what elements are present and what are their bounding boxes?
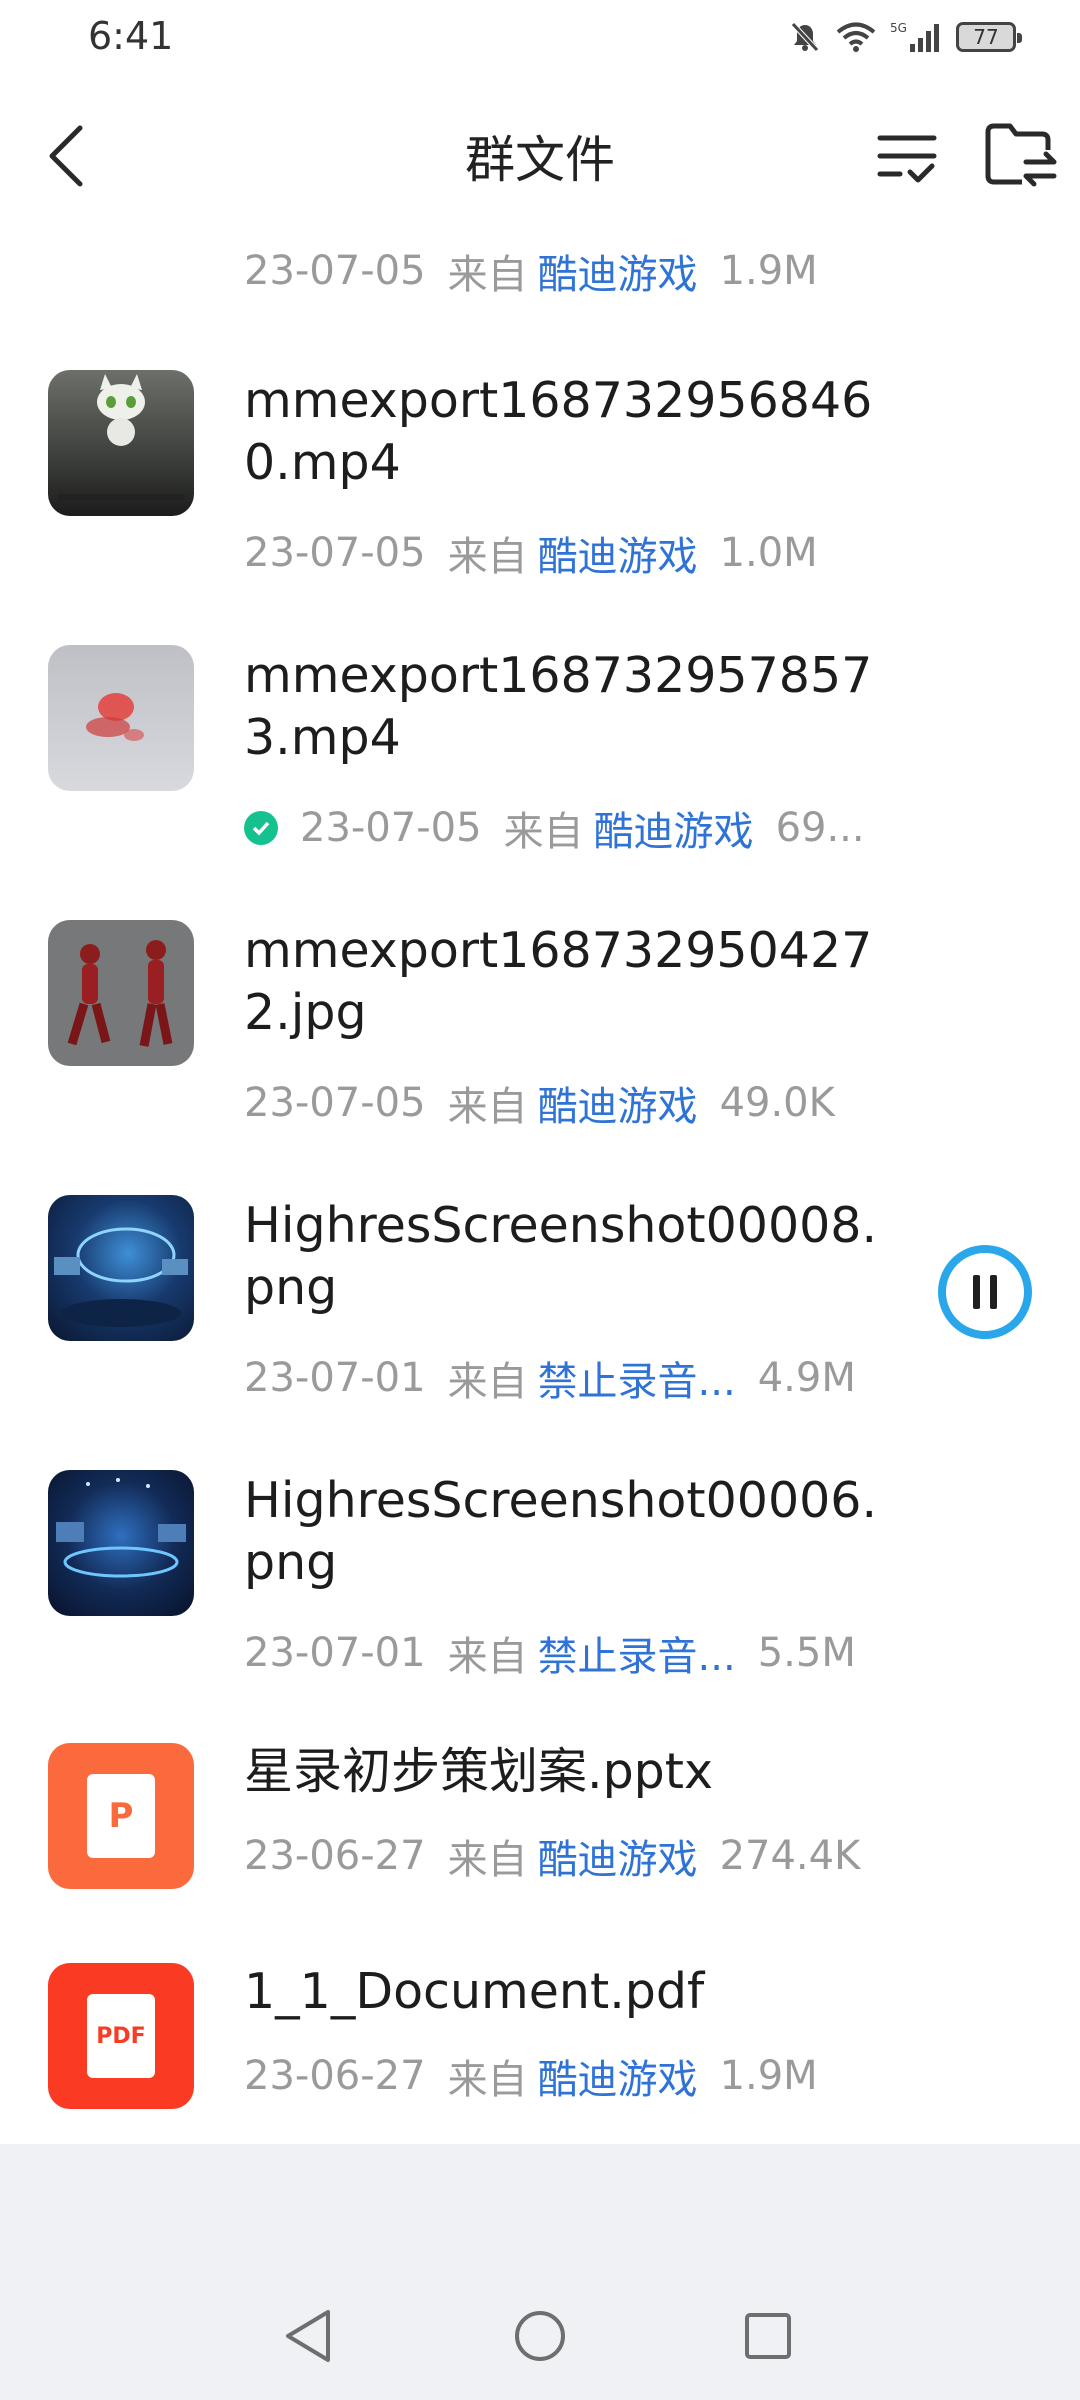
wifi-icon [836, 22, 876, 52]
image-thumbnail [48, 1195, 194, 1341]
from-label: 来自 [447, 2057, 528, 2103]
file-date: 23-06-27 [244, 1833, 426, 1879]
pptx-file-icon: P [48, 1743, 194, 1889]
sci-fi-scene-image [54, 1227, 188, 1327]
nav-back-button[interactable] [268, 2296, 348, 2376]
nav-recents-button[interactable] [728, 2296, 808, 2376]
file-size: 49.0K [719, 1080, 835, 1126]
file-sender[interactable]: 酷迪游戏 [538, 2047, 698, 2105]
file-name: HighresScreenshot00008.png [244, 1197, 878, 1316]
file-sender[interactable]: 酷迪游戏 [538, 242, 698, 300]
from-label: 来自 [447, 534, 528, 580]
file-name: mmexport1687329578573.mp4 [244, 647, 873, 766]
battery-level: 77 [973, 25, 999, 49]
file-meta: 23-06-27 来自 酷迪游戏 1.9M [244, 2047, 924, 2105]
file-size: 1.0M [719, 530, 818, 576]
file-size: 5.5M [757, 1630, 856, 1676]
file-list[interactable]: 23-07-05 来自 酷迪游戏 1.9M mmexport1687329568… [0, 150, 1080, 2144]
file-sender[interactable]: 酷迪游戏 [538, 1074, 698, 1132]
list-item[interactable]: mmexport1687329568460.mp4 23-07-05 来自 酷迪… [0, 338, 1080, 598]
file-size: 4.9M [757, 1355, 856, 1401]
pause-bar-left [973, 1275, 980, 1309]
list-item[interactable]: mmexport1687329504272.jpg 23-07-05 来自 酷迪… [0, 888, 1080, 1148]
list-check-icon [877, 135, 937, 183]
from-label: 来自 [447, 1359, 528, 1405]
file-date: 23-06-27 [244, 2053, 426, 2099]
list-item[interactable]: HighresScreenshot00008.png 23-07-01 来自 禁… [0, 1163, 1080, 1423]
list-item[interactable]: PDF 1_1_Document.pdf 23-06-27 来自 酷迪游戏 1.… [0, 1933, 1080, 2144]
file-sender[interactable]: 禁止录音... [538, 1349, 736, 1407]
downloaded-check-icon [244, 811, 278, 845]
sort-select-button[interactable] [874, 124, 940, 190]
video-thumbnail [48, 370, 194, 516]
file-name: mmexport1687329504272.jpg [244, 922, 873, 1041]
file-size: 1.9M [719, 2053, 818, 2099]
file-name: 星录初步策划案.pptx [244, 1743, 713, 1800]
signal-5g-icon: 5G [890, 21, 939, 52]
from-label: 来自 [447, 1837, 528, 1883]
from-label: 来自 [447, 1634, 528, 1680]
file-date: 23-07-05 [244, 248, 426, 294]
circle-home-icon [515, 2311, 565, 2361]
file-size: 1.9M [719, 248, 818, 294]
svg-text:5G: 5G [890, 21, 907, 35]
nav-home-button[interactable] [500, 2296, 580, 2376]
file-date: 23-07-05 [300, 805, 482, 851]
file-meta: 23-07-05 来自 酷迪游戏 69... [244, 799, 924, 857]
sci-fi-stage-image [56, 1478, 186, 1578]
red-figure-image [86, 693, 144, 741]
from-label: 来自 [503, 809, 584, 855]
from-label: 来自 [447, 252, 528, 298]
pdf-label: PDF [87, 1994, 155, 2078]
header: 群文件 [0, 80, 1080, 230]
deadpool-figures-image [67, 940, 173, 1047]
list-item[interactable]: P 星录初步策划案.pptx 23-06-27 来自 酷迪游戏 274.4K [0, 1713, 1080, 1933]
battery-icon: 77 [956, 22, 1022, 52]
file-date: 23-07-05 [244, 1080, 426, 1126]
file-date: 23-07-01 [244, 1630, 426, 1676]
file-meta: 23-07-01 来自 禁止录音... 5.5M [244, 1624, 924, 1682]
file-date: 23-07-05 [244, 530, 426, 576]
square-recents-icon [745, 2313, 791, 2359]
file-size: 274.4K [719, 1833, 861, 1879]
mute-notifications-icon [791, 22, 819, 52]
list-item[interactable]: mmexport1687329578573.mp4 23-07-05 来自 酷迪… [0, 613, 1080, 873]
pdf-file-icon: PDF [48, 1963, 194, 2109]
cat-character-image [58, 374, 184, 500]
file-meta: 23-07-05 来自 酷迪游戏 49.0K [244, 1074, 924, 1132]
file-meta: 23-07-01 来自 禁止录音... 4.9M [244, 1349, 924, 1407]
video-thumbnail [48, 645, 194, 791]
file-sender[interactable]: 禁止录音... [538, 1624, 736, 1682]
file-meta: 23-07-05 来自 酷迪游戏 1.0M [244, 524, 924, 582]
file-date: 23-07-01 [244, 1355, 426, 1401]
file-name: mmexport1687329568460.mp4 [244, 372, 873, 491]
image-thumbnail [48, 1470, 194, 1616]
file-name: HighresScreenshot00006.png [244, 1472, 878, 1591]
pause-bar-right [990, 1275, 997, 1309]
from-label: 来自 [447, 1084, 528, 1130]
folder-transfer-icon [985, 123, 1057, 187]
pptx-letter: P [87, 1774, 155, 1858]
file-name: 1_1_Document.pdf [244, 1963, 705, 2020]
status-bar: 6:41 5G 77 [0, 0, 1080, 80]
list-item[interactable]: HighresScreenshot00006.png 23-07-01 来自 禁… [0, 1438, 1080, 1698]
file-sender[interactable]: 酷迪游戏 [538, 524, 698, 582]
triangle-back-icon [286, 2310, 330, 2362]
file-sender[interactable]: 酷迪游戏 [538, 1827, 698, 1885]
file-sender[interactable]: 酷迪游戏 [594, 799, 754, 857]
file-meta: 23-07-05 来自 酷迪游戏 1.9M [244, 242, 924, 300]
folder-transfer-button[interactable] [982, 120, 1058, 190]
status-time: 6:41 [88, 14, 174, 58]
image-thumbnail [48, 920, 194, 1066]
download-pause-button[interactable] [938, 1245, 1032, 1339]
status-icons: 5G 77 [788, 20, 1022, 54]
file-size: 69... [775, 805, 865, 851]
file-meta: 23-06-27 来自 酷迪游戏 274.4K [244, 1827, 924, 1885]
